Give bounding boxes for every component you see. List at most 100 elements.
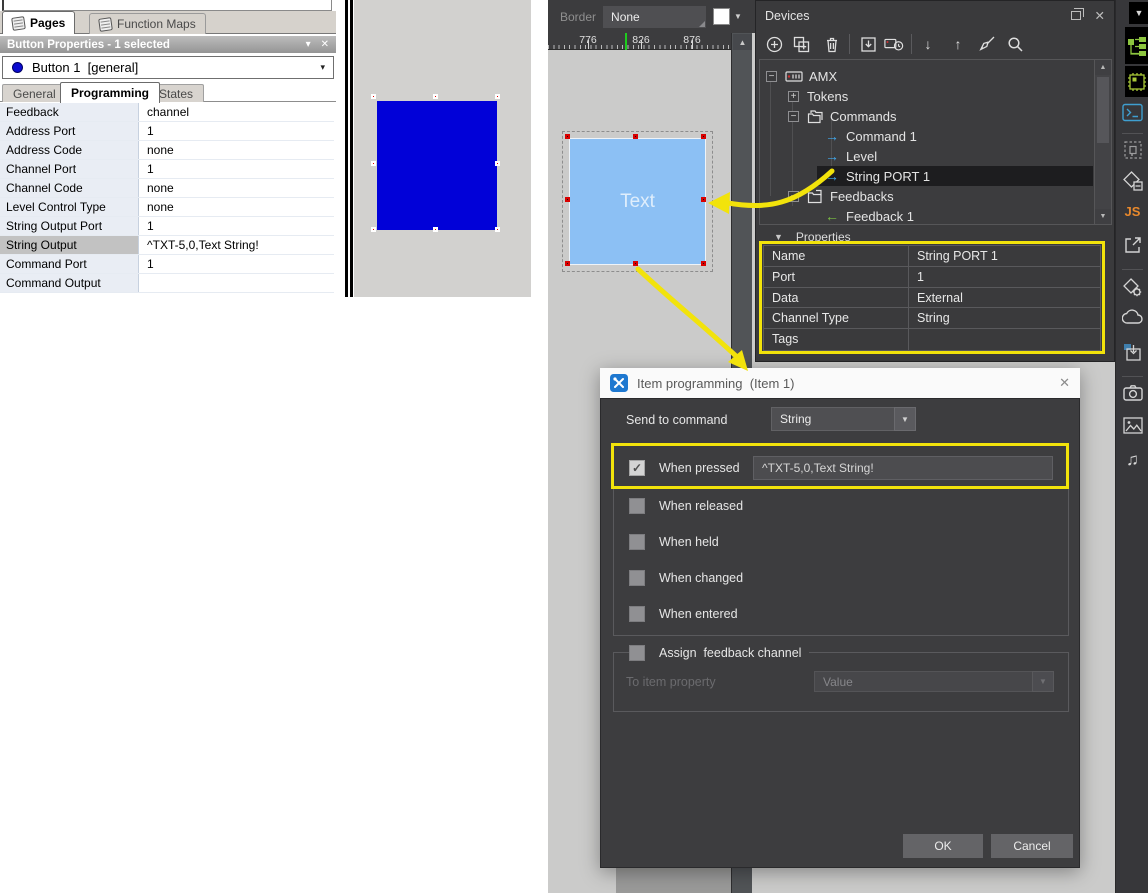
button-selector-dropdown[interactable]: Button 1 [general] ▾	[2, 56, 334, 79]
tab-general[interactable]: General	[2, 84, 67, 102]
resize-handle[interactable]	[633, 261, 638, 266]
property-value[interactable]: String PORT 1	[909, 246, 1100, 266]
sidebar-item-import-media[interactable]	[1116, 342, 1148, 362]
row-value[interactable]: ^TXT-5,0,Text String!	[139, 236, 334, 254]
sidebar-item-sounds[interactable]: ♫	[1116, 450, 1148, 470]
row-value[interactable]	[139, 274, 334, 292]
collapse-toggle-icon[interactable]: −	[788, 191, 799, 202]
sidebar-collapse-button[interactable]: ▼	[1129, 2, 1148, 24]
resize-handle[interactable]	[433, 94, 438, 99]
property-row[interactable]: Port 1	[764, 267, 1100, 288]
row-value[interactable]: none	[139, 179, 334, 197]
tree-item-feedbacks[interactable]: − Feedbacks	[761, 186, 1093, 206]
resize-handle[interactable]	[565, 197, 570, 202]
when-held-checkbox[interactable]	[629, 534, 645, 550]
tree-item-commands[interactable]: − Commands	[761, 106, 1093, 126]
sidebar-item-project-tree[interactable]	[1125, 27, 1148, 64]
tree-item-command-1[interactable]: → Command 1	[761, 126, 1093, 146]
row-value[interactable]: 1	[139, 255, 334, 273]
resize-handle[interactable]	[565, 261, 570, 266]
property-row[interactable]: Channel Type String	[764, 308, 1100, 329]
when-entered-checkbox[interactable]	[629, 606, 645, 622]
border-style-dropdown[interactable]: None	[603, 6, 706, 28]
scroll-thumb[interactable]	[1097, 77, 1109, 143]
properties-section-header[interactable]: ▼ Properties	[756, 229, 851, 245]
assign-feedback-checkbox[interactable]	[629, 645, 645, 661]
import-device-icon[interactable]	[858, 34, 878, 54]
when-pressed-checkbox[interactable]: ✓	[629, 460, 645, 476]
tree-item-feedback-1[interactable]: ← Feedback 1	[761, 206, 1093, 226]
panel-close-icon[interactable]: ✕	[321, 39, 329, 50]
property-row[interactable]: Data External	[764, 288, 1100, 309]
duplicate-device-icon[interactable]	[791, 34, 811, 54]
scroll-up-icon[interactable]: ▲	[733, 34, 752, 50]
row-value[interactable]: 1	[139, 160, 334, 178]
property-row[interactable]: Tags	[764, 329, 1100, 350]
when-released-checkbox[interactable]	[629, 498, 645, 514]
table-row[interactable]: Command Output	[0, 274, 334, 293]
table-row[interactable]: String Output Port 1	[0, 217, 334, 236]
table-row[interactable]: Level Control Type none	[0, 198, 334, 217]
resize-handle[interactable]	[701, 134, 706, 139]
sidebar-item-javascript[interactable]: JS	[1116, 204, 1148, 219]
tree-item-tokens[interactable]: + Tokens	[761, 86, 1093, 106]
sidebar-item-template[interactable]	[1116, 140, 1148, 160]
tree-item-amx[interactable]: − AMX	[761, 66, 1093, 86]
row-value[interactable]: channel	[139, 103, 334, 121]
property-row[interactable]: Name String PORT 1	[764, 246, 1100, 267]
resize-handle[interactable]	[495, 227, 500, 232]
scroll-down-icon[interactable]: ▼	[1095, 209, 1111, 224]
tree-scrollbar[interactable]: ▲ ▼	[1094, 60, 1111, 224]
table-row[interactable]: Channel Code none	[0, 179, 334, 198]
cancel-button[interactable]: Cancel	[991, 834, 1073, 858]
float-panel-icon[interactable]	[1071, 11, 1081, 20]
close-panel-icon[interactable]: ✕	[1095, 8, 1105, 23]
sidebar-item-export[interactable]	[1116, 235, 1148, 255]
color-dropdown-arrow-icon[interactable]: ▼	[734, 12, 742, 21]
resize-handle[interactable]	[495, 94, 500, 99]
search-icon[interactable]	[1005, 34, 1025, 54]
device-capture-icon[interactable]	[884, 34, 904, 54]
dialog-titlebar[interactable]: Item programming (Item 1) ✕	[600, 368, 1080, 398]
collapse-toggle-icon[interactable]: −	[788, 111, 799, 122]
resize-handle[interactable]	[565, 134, 570, 139]
resize-handle[interactable]	[371, 161, 376, 166]
table-row[interactable]: Command Port 1	[0, 255, 334, 274]
sidebar-item-remove-asset[interactable]	[1116, 170, 1148, 191]
when-changed-checkbox[interactable]	[629, 570, 645, 586]
sidebar-item-cloud[interactable]	[1116, 308, 1148, 325]
panel-splitter[interactable]	[344, 0, 354, 297]
move-up-icon[interactable]: ↑	[948, 34, 968, 54]
design-canvas-tpdesign[interactable]	[354, 0, 531, 297]
scroll-up-icon[interactable]: ▲	[1095, 60, 1111, 75]
canvas-object-partial[interactable]	[616, 868, 731, 893]
when-pressed-command-input[interactable]: ^TXT-5,0,Text String!	[753, 456, 1053, 480]
sidebar-item-images[interactable]	[1116, 417, 1148, 434]
table-row[interactable]: Address Port 1	[0, 122, 334, 141]
resize-handle[interactable]	[371, 227, 376, 232]
table-row[interactable]: Address Code none	[0, 141, 334, 160]
tab-function-maps[interactable]: Function Maps	[89, 13, 206, 34]
tree-item-level[interactable]: → Level	[761, 146, 1093, 166]
move-down-icon[interactable]: ↓	[918, 34, 938, 54]
command-type-dropdown[interactable]: String ▼	[771, 407, 916, 431]
row-value[interactable]: 1	[139, 122, 334, 140]
cleanup-icon[interactable]	[977, 34, 997, 54]
color-swatch[interactable]	[713, 8, 730, 25]
tree-item-string-port-1[interactable]: → String PORT 1	[761, 166, 1093, 186]
add-device-icon[interactable]	[764, 34, 784, 54]
collapse-toggle-icon[interactable]: −	[766, 71, 777, 82]
tab-programming[interactable]: Programming	[60, 82, 160, 103]
resize-handle[interactable]	[633, 134, 638, 139]
property-value[interactable]: String	[909, 308, 1100, 328]
resize-handle[interactable]	[371, 94, 376, 99]
sidebar-item-board[interactable]	[1125, 66, 1148, 97]
sidebar-item-console[interactable]	[1116, 103, 1148, 122]
sidebar-item-asset-settings[interactable]	[1116, 277, 1148, 298]
resize-handle[interactable]	[701, 197, 706, 202]
table-row[interactable]: Feedback channel	[0, 103, 334, 122]
blue-button-element[interactable]	[377, 101, 497, 230]
ok-button[interactable]: OK	[903, 834, 983, 858]
delete-device-icon[interactable]	[822, 34, 842, 54]
row-value[interactable]: 1	[139, 217, 334, 235]
